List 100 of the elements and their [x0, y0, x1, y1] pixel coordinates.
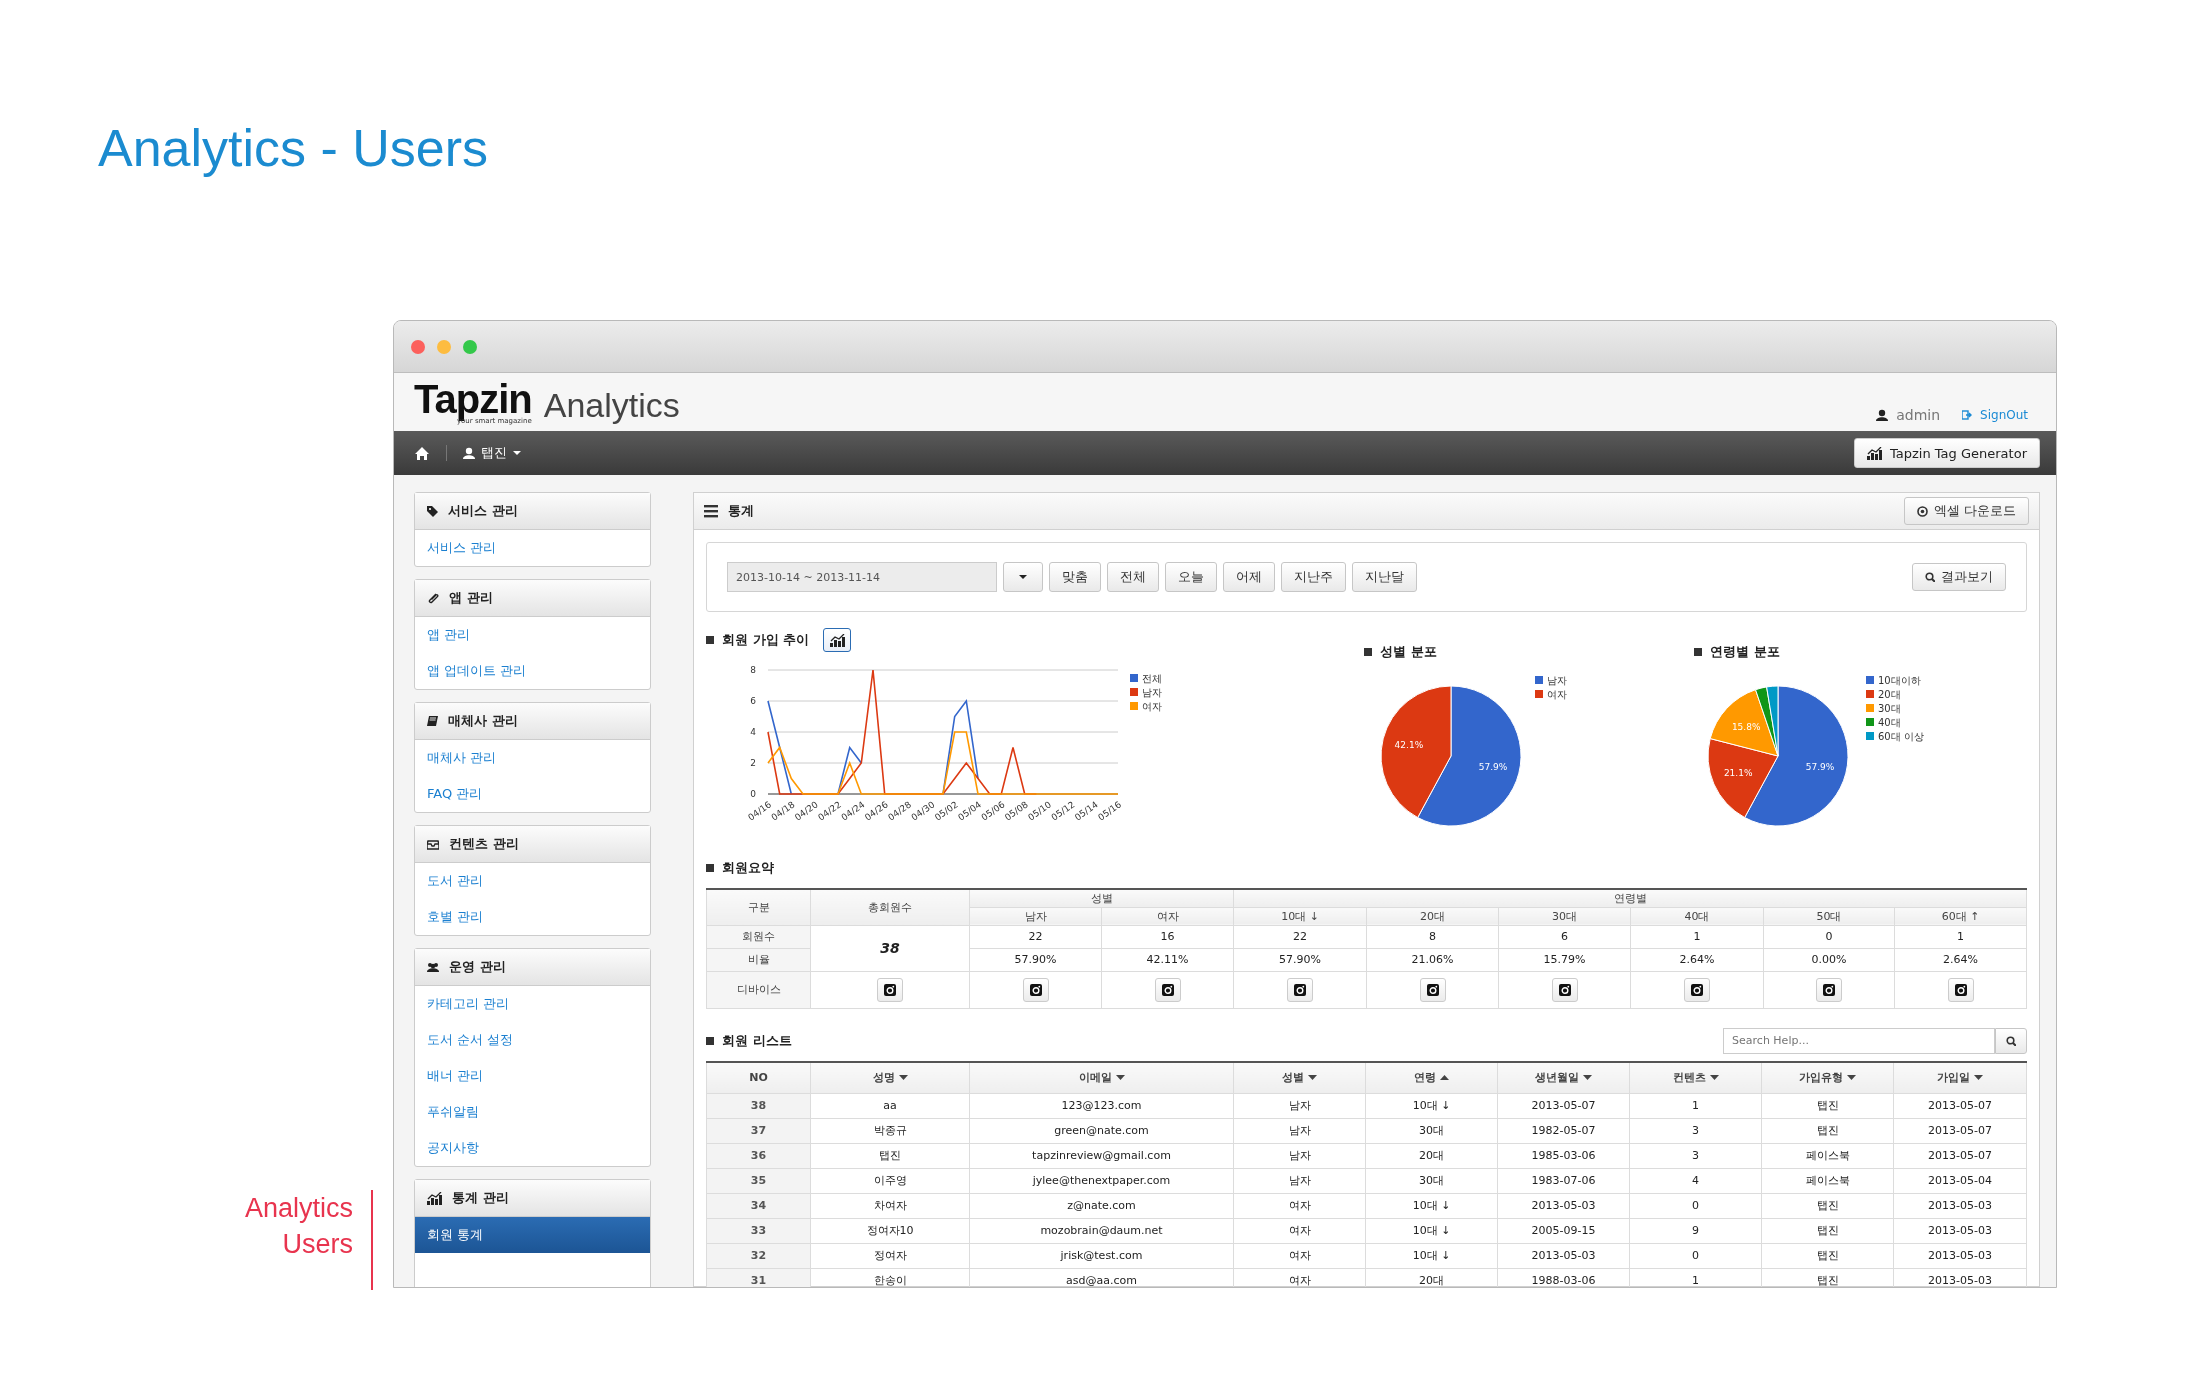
device-button[interactable] — [1419, 977, 1446, 1002]
column-header[interactable]: 연령 — [1365, 1061, 1498, 1093]
table-cell: 42.11% — [1101, 948, 1234, 971]
table-cell: 2013-05-03 — [1497, 1193, 1630, 1218]
table-cell: 30대 — [1365, 1118, 1498, 1143]
sidebar-item[interactable]: 도서 관리 — [415, 863, 650, 899]
column-header: 구분 — [706, 889, 811, 925]
chart-icon — [1867, 446, 1882, 460]
table-cell: 정여자10 — [810, 1218, 970, 1243]
sidebar-item[interactable]: 공지사항 — [415, 1130, 650, 1166]
table-cell: 정여자 — [810, 1243, 970, 1268]
section-title: 회원요약 — [722, 859, 774, 877]
sidebar-heading[interactable]: 컨텐츠 관리 — [415, 826, 650, 863]
sidebar-item[interactable]: 호별 관리 — [415, 899, 650, 935]
table-cell: 22 — [1233, 925, 1367, 948]
chart-toggle-button[interactable] — [823, 628, 852, 652]
sidebar-item[interactable]: 회원 통계 — [415, 1217, 650, 1253]
sidebar-heading[interactable]: 통계 관리 — [415, 1180, 650, 1217]
column-header[interactable]: 이메일 — [969, 1061, 1234, 1093]
column-header[interactable]: 성별 — [1233, 1061, 1366, 1093]
sidebar-item[interactable]: 도서 순서 설정 — [415, 1022, 650, 1058]
column-header[interactable]: 가입유형 — [1761, 1061, 1894, 1093]
period-button[interactable]: 오늘 — [1165, 562, 1217, 592]
column-header: NO — [706, 1061, 811, 1093]
book-icon — [427, 715, 438, 727]
camera-icon — [1426, 983, 1439, 996]
table-cell: 2013-05-07 — [1893, 1118, 2027, 1143]
legend-label: 20대 — [1878, 689, 1901, 700]
table-cell: tapzinreview@gmail.com — [969, 1143, 1234, 1168]
table-cell: 탭진 — [1761, 1243, 1894, 1268]
table-cell: 15.79% — [1498, 948, 1631, 971]
legend-swatch — [1130, 702, 1138, 710]
legend-swatch — [1866, 690, 1874, 698]
column-header[interactable]: 생년월일 — [1497, 1061, 1630, 1093]
legend-label: 10대이하 — [1878, 675, 1921, 686]
table-cell: 38 — [810, 925, 970, 971]
device-button[interactable] — [1022, 977, 1049, 1002]
bullet-icon — [706, 1036, 714, 1045]
period-button[interactable]: 지난달 — [1352, 562, 1417, 592]
period-button[interactable]: 맞춤 — [1049, 562, 1101, 592]
device-button[interactable] — [1154, 977, 1181, 1002]
sidebar-item[interactable]: 배너 관리 — [415, 1058, 650, 1094]
user-icon — [1876, 409, 1889, 421]
column-header[interactable]: 가입일 — [1893, 1061, 2027, 1093]
device-button[interactable] — [1684, 977, 1710, 1002]
home-icon[interactable] — [414, 445, 430, 461]
period-button[interactable]: 지난주 — [1281, 562, 1346, 592]
caret-icon — [1019, 575, 1027, 579]
date-range-field[interactable]: 2013-10-14 ~ 2013-11-14 — [727, 562, 997, 592]
device-button[interactable] — [1947, 977, 1974, 1002]
section-title: 회원 가입 추이 — [722, 631, 810, 649]
chart-icon — [829, 633, 845, 647]
sidebar-heading[interactable]: 앱 관리 — [415, 580, 650, 617]
table-cell: 0 — [1763, 925, 1895, 948]
table-cell: 남자 — [1233, 1118, 1366, 1143]
search-button[interactable] — [1995, 1027, 2028, 1054]
legend-swatch — [1866, 704, 1874, 712]
sidebar-item[interactable]: 앱 관리 — [415, 617, 650, 653]
column-header: 총회원수 — [810, 889, 970, 925]
device-button[interactable] — [877, 977, 903, 1002]
sidebar-item[interactable]: 서비스 관리 — [415, 530, 650, 566]
sidebar-item[interactable]: FAQ 관리 — [415, 776, 650, 812]
legend-label: 여자 — [1547, 689, 1567, 700]
table-cell: 2013-05-04 — [1893, 1168, 2027, 1193]
sidebar-item[interactable]: 매체사 관리 — [415, 740, 650, 776]
sidebar-item[interactable]: 푸쉬알림 — [415, 1094, 650, 1130]
account-menu[interactable]: 탭진 — [463, 444, 521, 462]
tag-generator-button[interactable]: Tapzin Tag Generator — [1854, 438, 2040, 468]
table-cell: 6 — [1498, 925, 1631, 948]
device-button[interactable] — [1816, 977, 1842, 1002]
user-name: admin — [1896, 407, 1941, 423]
column-header: 연령별 — [1233, 889, 2027, 907]
table-cell: 36 — [706, 1143, 811, 1168]
excel-download-button[interactable]: 엑셀 다운로드 — [1903, 497, 2030, 525]
table-cell: 9 — [1629, 1218, 1762, 1243]
table-cell: 2013-05-03 — [1893, 1218, 2027, 1243]
table-cell: 34 — [706, 1193, 811, 1218]
sidebar-heading[interactable]: 운영 관리 — [415, 949, 650, 986]
legend-label: 여자 — [1142, 701, 1162, 712]
view-results-button[interactable]: 결과보기 — [1912, 563, 2007, 591]
sidebar-item[interactable]: 앱 업데이트 관리 — [415, 653, 650, 689]
legend-label: 남자 — [1142, 687, 1162, 698]
sign-out-link[interactable]: SignOut — [1980, 408, 2028, 422]
search-field[interactable]: Search Help... — [1723, 1027, 1996, 1054]
sidebar-heading[interactable]: 서비스 관리 — [415, 493, 650, 530]
bullet-icon — [706, 636, 714, 644]
period-button[interactable]: 전체 — [1107, 562, 1159, 592]
column-header[interactable]: 컨텐츠 — [1629, 1061, 1762, 1093]
column-header[interactable]: 성명 — [810, 1061, 970, 1093]
legend-label: 60대 이상 — [1878, 731, 1924, 742]
sidebar-heading[interactable]: 매체사 관리 — [415, 703, 650, 740]
bullet-icon — [1694, 648, 1702, 656]
sidebar-item[interactable]: 카테고리 관리 — [415, 986, 650, 1022]
device-button[interactable] — [1287, 977, 1313, 1002]
table-cell: 페이스북 — [1761, 1168, 1894, 1193]
period-button[interactable]: 어제 — [1223, 562, 1275, 592]
table-cell: 0 — [1629, 1193, 1762, 1218]
camera-icon — [1823, 983, 1835, 996]
device-button[interactable] — [1551, 977, 1578, 1002]
legend-swatch — [1535, 690, 1543, 698]
